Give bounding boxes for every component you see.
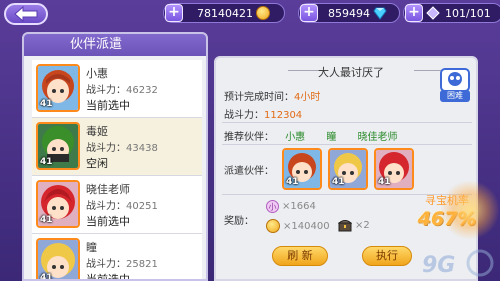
gem-icon: [373, 7, 387, 20]
gem-counter: + 859494: [298, 3, 400, 23]
back-arrow-icon: [14, 6, 38, 22]
svg-text:小: 小: [269, 203, 277, 212]
partner-level: 41: [40, 157, 53, 167]
partner-power: 战斗力：40251: [86, 201, 158, 212]
soul-icon: 小: [266, 200, 279, 213]
reward-chest: ×2: [338, 219, 370, 232]
partner-name: 瞳: [86, 241, 97, 254]
execute-button[interactable]: 执行: [362, 246, 412, 266]
partner-panel: 伙伴派遣 41 小惠 战斗力：46232 当前选中 41 毒姬 战斗力：4343…: [22, 32, 208, 281]
mission-power: 战斗力：112304: [224, 110, 303, 121]
partner-portrait: 41: [36, 64, 80, 112]
top-bar: + 78140421 + 859494 + 101/101: [0, 0, 500, 28]
partner-power: 战斗力：43438: [86, 143, 158, 154]
partner-list[interactable]: 41 小惠 战斗力：46232 当前选中 41 毒姬 战斗力：43438 空闲: [32, 60, 202, 281]
difficulty-badge: 困难: [440, 68, 470, 102]
divider: [222, 144, 472, 145]
add-gems-button[interactable]: +: [300, 4, 318, 22]
dispatch-level: 41: [332, 177, 345, 187]
partner-level: 41: [40, 99, 53, 109]
partner-name: 毒姬: [86, 125, 108, 138]
add-stamina-button[interactable]: +: [405, 4, 423, 22]
coin-counter: + 78140421: [163, 3, 285, 23]
partner-portrait: 41: [36, 180, 80, 228]
reward-label: 奖励：: [224, 216, 254, 227]
coin-icon: [266, 219, 280, 233]
dispatch-slot[interactable]: 41: [374, 148, 414, 190]
partner-row[interactable]: 41 晓佳老师 战斗力：40251 当前选中: [32, 176, 202, 234]
partner-status: 空闲: [86, 157, 108, 170]
partner-portrait: 41: [36, 122, 80, 170]
completion-time: 预计完成时间：4小时: [224, 92, 321, 103]
mission-title: 大人最讨厌了: [318, 66, 384, 79]
partner-name: 小惠: [86, 67, 108, 80]
partner-row[interactable]: 41 瞳 战斗力：25821 当前选中: [32, 234, 202, 281]
recommended-partner: 小惠: [285, 132, 306, 143]
partner-portrait: 41: [36, 238, 80, 281]
difficulty-label: 困难: [440, 90, 470, 102]
partner-row[interactable]: 41 毒姬 战斗力：43438 空闲: [32, 118, 202, 176]
partner-row[interactable]: 41 小惠 战斗力：46232 当前选中: [32, 60, 202, 118]
partner-status: 当前选中: [86, 273, 130, 281]
watermark-logo: 9G: [420, 244, 500, 281]
partner-status: 当前选中: [86, 99, 130, 112]
reward-soul: 小 ×1664: [266, 200, 316, 213]
dispatch-level: 41: [286, 177, 299, 187]
partner-level: 41: [40, 215, 53, 225]
dispatch-slot[interactable]: 41: [282, 148, 322, 190]
chest-icon: [338, 220, 352, 232]
divider: [222, 122, 472, 123]
add-coins-button[interactable]: +: [165, 4, 183, 22]
recommended-partners: 推荐伙伴： 小惠 瞳 晓佳老师: [224, 132, 398, 143]
svg-text:9G: 9G: [422, 253, 455, 278]
partner-name: 晓佳老师: [86, 183, 130, 196]
coin-icon: [256, 6, 270, 20]
reward-coin: ×140400: [266, 219, 330, 233]
stamina-value: 101/101: [445, 6, 491, 20]
skull-icon: [440, 68, 470, 92]
sparkle-effect: [440, 180, 500, 240]
dispatch-label: 派遣伙伴：: [224, 166, 274, 177]
crystal-icon: [426, 6, 440, 20]
partner-level: 41: [40, 273, 53, 281]
partner-status: 当前选中: [86, 215, 130, 228]
partner-power: 战斗力：46232: [86, 85, 158, 96]
dispatch-slot[interactable]: 41: [328, 148, 368, 190]
stamina-counter: + 101/101: [403, 3, 500, 23]
coin-value: 78140421: [197, 6, 253, 20]
partner-power: 战斗力：25821: [86, 259, 158, 270]
dispatch-level: 41: [378, 177, 391, 187]
recommended-partner: 晓佳老师: [357, 132, 398, 143]
back-button[interactable]: [4, 3, 48, 25]
refresh-button[interactable]: 刷 新: [272, 246, 328, 266]
recommended-partner: 瞳: [326, 132, 337, 143]
gem-value: 859494: [328, 6, 370, 20]
partner-panel-title: 伙伴派遣: [24, 34, 206, 56]
